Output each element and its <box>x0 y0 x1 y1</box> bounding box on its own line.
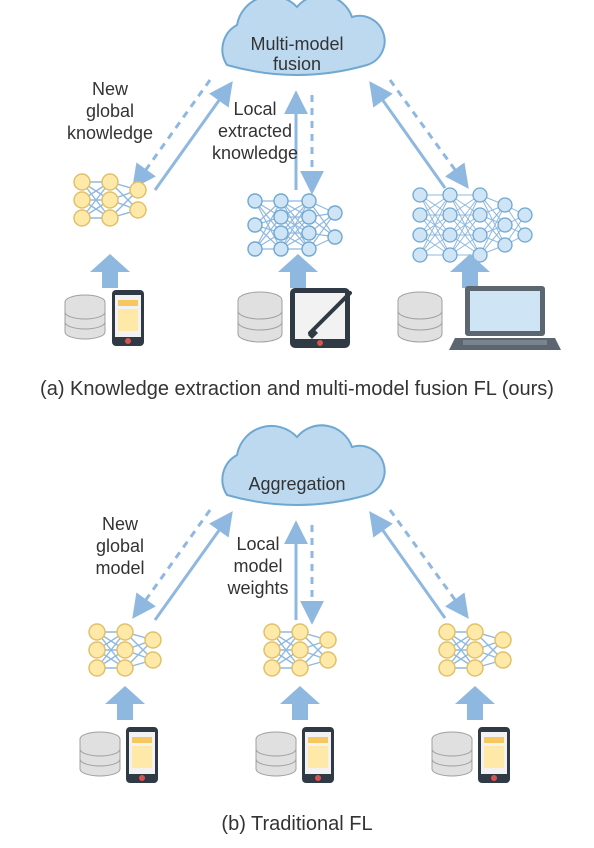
arrow-down-right-a <box>390 80 466 185</box>
db-right-a <box>398 292 442 342</box>
client-b-1 <box>80 727 158 783</box>
net-small-a <box>74 174 146 226</box>
arrow-up-left-b <box>155 515 230 620</box>
label-mid-a: Local extracted knowledge <box>212 99 298 163</box>
svg-text:model: model <box>95 558 144 578</box>
svg-text:global: global <box>96 536 144 556</box>
net-b-2 <box>264 624 336 676</box>
svg-text:New: New <box>92 79 129 99</box>
arrow-up-right-a <box>372 85 445 188</box>
svg-text:knowledge: knowledge <box>212 143 298 163</box>
tablet-icon <box>290 288 350 348</box>
net-b-3 <box>439 624 511 676</box>
net-large-a <box>413 188 532 262</box>
svg-text:New: New <box>102 514 139 534</box>
arrow-up-right-b <box>372 515 445 618</box>
figure: Multi-model fusion New global knowledge … <box>0 0 594 848</box>
svg-text:model: model <box>233 556 282 576</box>
label-left-a: New global knowledge <box>67 79 153 143</box>
client-b-2 <box>256 727 334 783</box>
caption-b: (b) Traditional FL <box>221 813 372 835</box>
label-mid-b: Local model weights <box>226 534 288 598</box>
phone-icon-a <box>112 290 144 346</box>
svg-text:global: global <box>86 101 134 121</box>
arrow-down-left-b <box>135 510 210 615</box>
fat-arrows-b <box>105 686 495 720</box>
svg-text:Local: Local <box>236 534 279 554</box>
net-b-1 <box>89 624 161 676</box>
arrow-down-right-b <box>390 510 466 615</box>
svg-text:weights: weights <box>226 578 288 598</box>
cloud-a: Multi-model fusion <box>222 0 384 75</box>
db-mid-a <box>238 292 282 342</box>
svg-text:knowledge: knowledge <box>67 123 153 143</box>
cloud-a-line1: Multi-model <box>250 34 343 54</box>
svg-text:extracted: extracted <box>218 121 292 141</box>
panel-a: Multi-model fusion New global knowledge … <box>40 0 561 400</box>
net-medium-a <box>248 194 342 256</box>
client-b-3 <box>432 727 510 783</box>
cloud-a-line2: fusion <box>273 54 321 74</box>
cloud-b: Aggregation <box>222 425 384 505</box>
svg-text:Local: Local <box>233 99 276 119</box>
label-left-b: New global model <box>95 514 144 578</box>
panel-b: Aggregation New global model Local model… <box>80 425 511 835</box>
db-left-a <box>65 295 105 339</box>
fat-arrows-a <box>90 254 490 288</box>
cloud-b-line1: Aggregation <box>248 474 345 494</box>
laptop-icon <box>449 286 561 350</box>
caption-a: (a) Knowledge extraction and multi-model… <box>40 378 554 400</box>
